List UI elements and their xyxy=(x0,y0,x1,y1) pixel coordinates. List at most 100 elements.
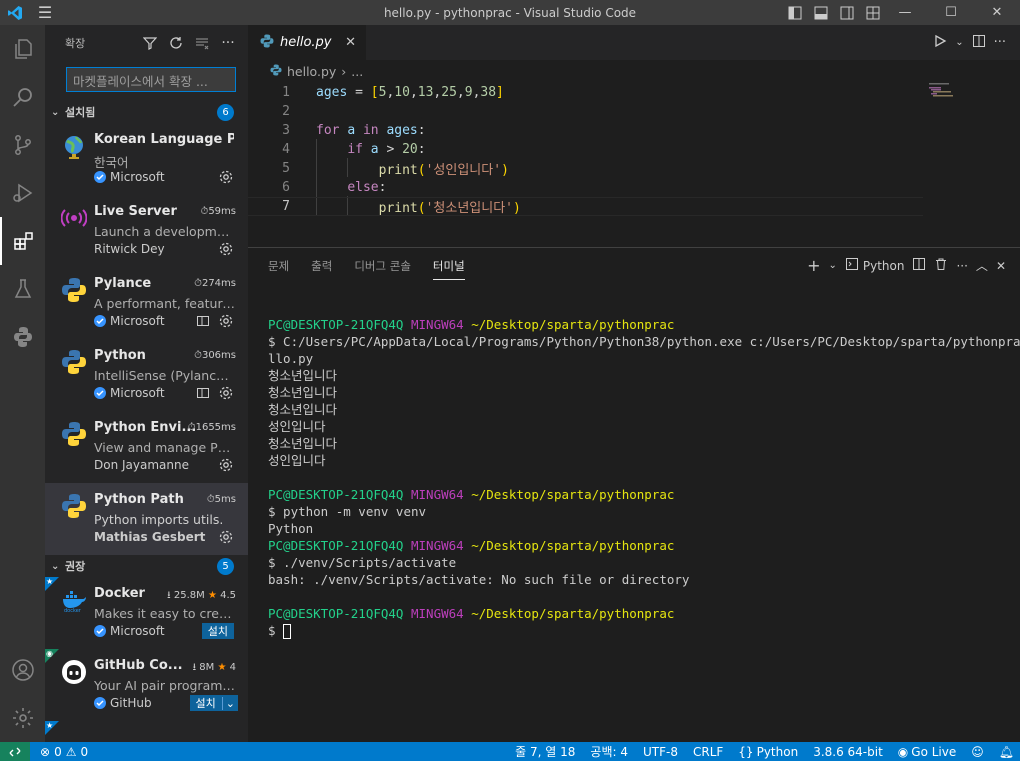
manage-extension-gear-icon[interactable] xyxy=(218,457,234,473)
python-icon[interactable] xyxy=(0,313,45,361)
install-split-button[interactable]: 설치 ⌄ xyxy=(189,695,238,711)
python-logo-icon xyxy=(61,277,87,303)
code-editor[interactable]: 1 ages = [5,10,13,25,9,38] 2 3 for a in … xyxy=(248,82,1020,247)
more-actions-icon[interactable]: ··· xyxy=(218,33,238,53)
remote-indicator-icon[interactable] xyxy=(0,742,30,761)
python-logo-icon xyxy=(61,493,87,519)
language-mode[interactable]: {} Python xyxy=(738,745,798,759)
code-text: if a > 20: xyxy=(347,142,426,157)
recommended-section-header[interactable]: ⌄ 권장 5 xyxy=(45,555,248,577)
manage-gear-icon[interactable] xyxy=(0,694,45,742)
testing-icon[interactable] xyxy=(0,265,45,313)
install-label[interactable]: 설치 xyxy=(190,695,222,711)
minimize-button[interactable]: — xyxy=(882,0,928,25)
braces-icon: {} xyxy=(738,744,754,759)
manage-extension-gear-icon[interactable] xyxy=(218,241,234,257)
extension-item[interactable]: ◉ GitHub Co... ⭳ 8M ★ 4 Your AI pair pro… xyxy=(45,649,248,721)
more-actions-icon[interactable]: ··· xyxy=(956,259,967,273)
chevron-right-icon: › xyxy=(341,63,347,79)
maximize-button[interactable]: ☐ xyxy=(928,0,974,25)
terminal-line: llo.py xyxy=(268,351,314,366)
extension-item[interactable]: Python ⏱306ms IntelliSense (Pylance), L.… xyxy=(45,339,248,411)
tab-output[interactable]: 출력 xyxy=(311,258,332,274)
refresh-icon[interactable] xyxy=(166,33,186,53)
notifications-bell-icon[interactable]: 🔔︎ xyxy=(999,745,1014,759)
terminal-line: PC@DESKTOP-21QFQ4Q MINGW64 ~/Desktop/spa… xyxy=(268,606,675,621)
extension-item[interactable]: Korean Language Pa... 한국어 Microsoft xyxy=(45,123,248,195)
source-control-icon[interactable] xyxy=(0,121,45,169)
new-terminal-icon[interactable]: + xyxy=(807,256,820,275)
toggle-secondary-sidebar-icon[interactable] xyxy=(834,6,860,20)
toggle-sidebar-icon[interactable] xyxy=(782,6,808,20)
run-debug-icon[interactable] xyxy=(0,169,45,217)
maximize-panel-icon[interactable]: ︿ xyxy=(976,257,988,274)
filter-icon[interactable] xyxy=(140,33,160,53)
breadcrumb-file[interactable]: hello.py xyxy=(287,64,336,79)
tab-debug-console[interactable]: 디버그 콘솔 xyxy=(354,258,411,274)
extension-item[interactable]: ★ docker Docker ⭳ 25.8M ★ 4.5 Makes it e… xyxy=(45,577,248,649)
run-dropdown-chevron-icon[interactable]: ⌄ xyxy=(955,37,963,48)
clear-icon[interactable] xyxy=(192,33,212,53)
rating: 4 xyxy=(229,662,236,673)
installed-section-header[interactable]: ⌄ 설치됨 6 xyxy=(45,101,248,123)
terminal-input-line[interactable]: $ xyxy=(268,622,1020,639)
verified-badge-icon xyxy=(94,625,106,637)
tab-terminal[interactable]: 터미널 xyxy=(432,258,465,280)
extension-search-input[interactable]: 마켓플레이스에서 확장 ... xyxy=(66,67,236,92)
tab-problems[interactable]: 문제 xyxy=(268,258,289,274)
extension-item[interactable]: Live Server ⏱59ms Launch a development..… xyxy=(45,195,248,267)
extension-item[interactable]: Pylance ⏱274ms A performant, feature-...… xyxy=(45,267,248,339)
python-logo-icon xyxy=(61,421,87,447)
menu-icon[interactable]: ☰ xyxy=(30,0,60,25)
chevron-down-icon[interactable]: ⌄ xyxy=(221,696,238,710)
recommended-star-badge-icon: ★ xyxy=(45,577,59,591)
close-window-button[interactable]: ✕ xyxy=(974,0,1020,25)
install-button[interactable]: 설치 xyxy=(201,623,234,639)
accounts-icon[interactable] xyxy=(0,646,45,694)
breadcrumb-symbols[interactable]: ... xyxy=(351,64,363,79)
chevron-down-icon[interactable]: ⌄ xyxy=(828,260,836,271)
tab-hello-py[interactable]: hello.py ✕ xyxy=(248,25,366,60)
python-interpreter[interactable]: 3.8.6 64-bit xyxy=(813,745,883,759)
terminal-output[interactable]: PC@DESKTOP-21QFQ4Q MINGW64 ~/Desktop/spa… xyxy=(268,316,1020,639)
download-icon: ⭳ xyxy=(192,662,197,673)
cursor-position[interactable]: 줄 7, 열 18 xyxy=(515,743,575,760)
encoding[interactable]: UTF-8 xyxy=(643,745,678,759)
extension-description: Launch a development... xyxy=(94,224,236,239)
recommended-label: 권장 xyxy=(65,560,86,573)
trash-icon[interactable] xyxy=(934,257,948,274)
line-number: 2 xyxy=(282,104,290,119)
extension-item-partial[interactable]: ★ xyxy=(45,721,248,741)
editor-tabs: hello.py ✕ ⌄ ··· xyxy=(248,25,1020,60)
run-python-file-icon[interactable] xyxy=(933,34,947,52)
indentation[interactable]: 공백: 4 xyxy=(590,743,628,760)
extensions-icon[interactable] xyxy=(0,217,45,265)
close-tab-icon[interactable]: ✕ xyxy=(345,35,356,50)
manage-extension-gear-icon[interactable] xyxy=(218,169,234,185)
problems-indicator[interactable]: ⊗ 0 ⚠ 0 xyxy=(40,745,88,759)
line-number: 3 xyxy=(282,123,290,138)
extensions-sidebar: 확장 ··· 마켓플레이스에서 확장 ... ⌄ 설치됨 6 Korean La… xyxy=(45,25,248,742)
terminal-line: bash: ./venv/Scripts/activate: No such f… xyxy=(268,572,690,587)
manage-extension-gear-icon[interactable] xyxy=(218,529,234,545)
manage-extension-gear-icon[interactable] xyxy=(218,385,234,401)
split-terminal-icon[interactable] xyxy=(912,257,926,274)
minimap[interactable] xyxy=(925,82,965,102)
extension-item[interactable]: Python Envi... ⏱1655ms View and manage P… xyxy=(45,411,248,483)
feedback-icon[interactable]: ☺ xyxy=(971,745,984,759)
go-live-button[interactable]: ◉ Go Live xyxy=(898,745,956,759)
close-panel-icon[interactable]: ✕ xyxy=(996,259,1006,273)
terminal-selector[interactable]: Python xyxy=(845,257,904,274)
end-of-line[interactable]: CRLF xyxy=(693,745,723,759)
manage-extension-gear-icon[interactable] xyxy=(218,313,234,329)
tab-label: hello.py xyxy=(280,35,332,50)
more-actions-icon[interactable]: ··· xyxy=(994,35,1006,50)
extension-publisher: Microsoft xyxy=(110,624,165,638)
split-editor-icon[interactable] xyxy=(972,34,986,52)
extension-item-selected[interactable]: Python Path ⏱5ms Python imports utils. M… xyxy=(45,483,248,555)
activation-time: 59ms xyxy=(208,206,236,217)
explorer-icon[interactable] xyxy=(0,25,45,73)
activation-time: 1655ms xyxy=(195,422,236,433)
toggle-panel-icon[interactable] xyxy=(808,6,834,20)
search-icon[interactable] xyxy=(0,73,45,121)
